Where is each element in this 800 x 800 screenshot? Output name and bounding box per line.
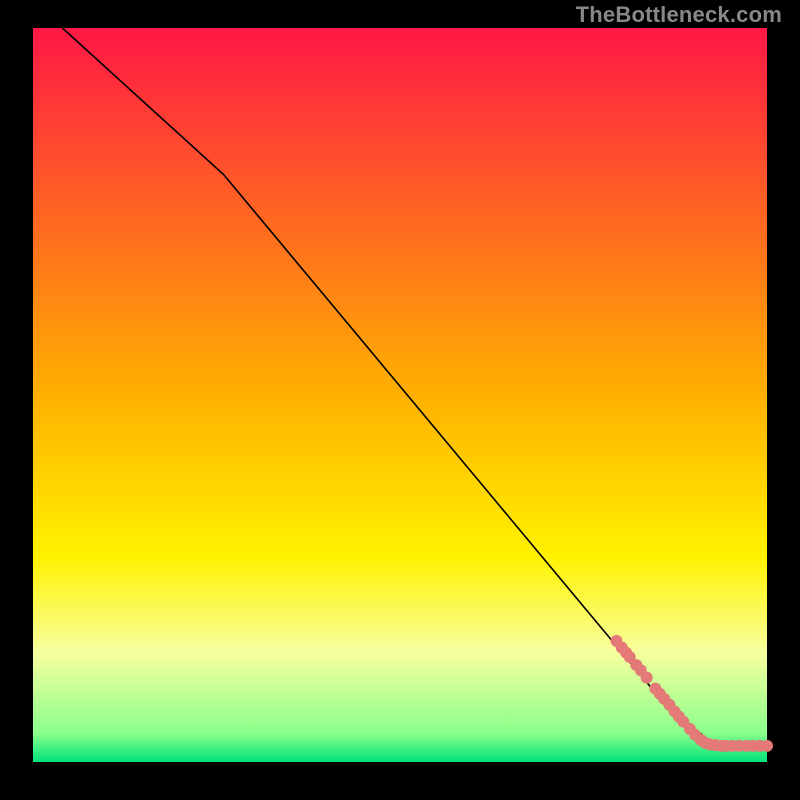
plot-background bbox=[33, 28, 767, 762]
chart-marker bbox=[641, 672, 653, 684]
watermark-text: TheBottleneck.com bbox=[576, 2, 782, 28]
chart-stage: TheBottleneck.com bbox=[0, 0, 800, 800]
chart-svg bbox=[0, 0, 800, 800]
chart-marker bbox=[761, 740, 773, 752]
